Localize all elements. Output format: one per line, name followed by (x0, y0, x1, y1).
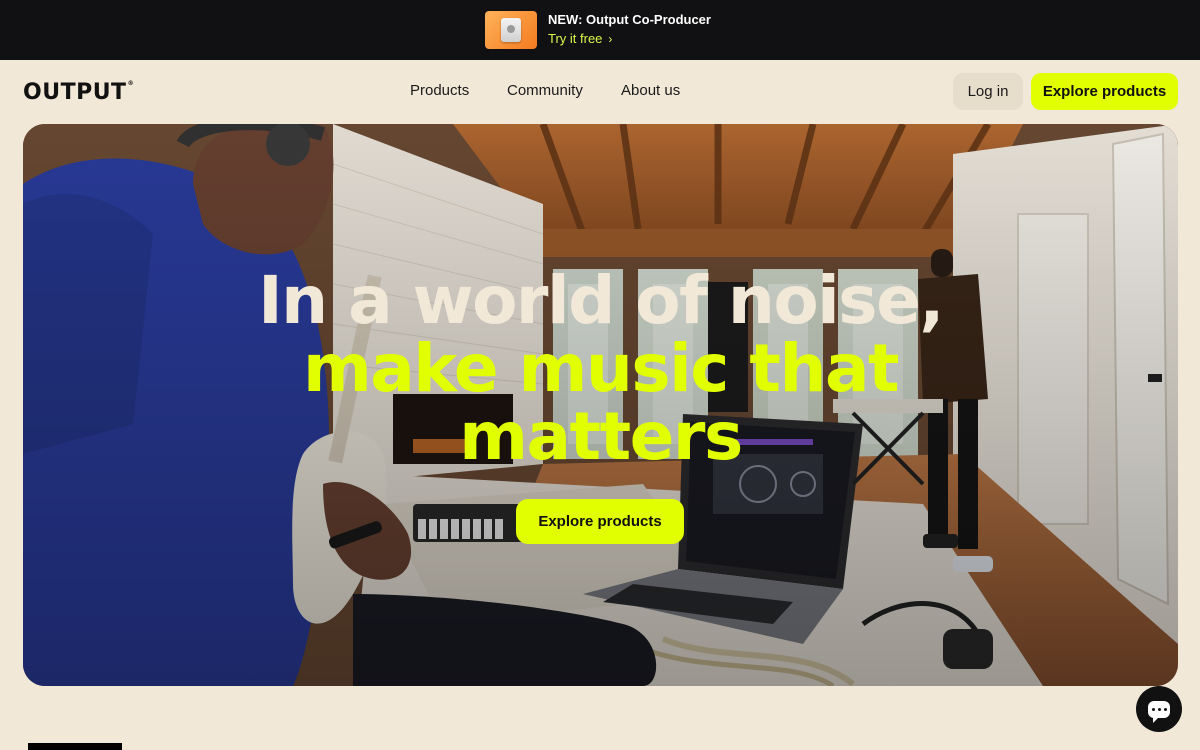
promo-title: NEW: Output Co-Producer (548, 12, 711, 27)
nav-products[interactable]: Products (410, 82, 469, 99)
chevron-right-icon: › (608, 32, 613, 46)
promo-bar: NEW: Output Co-Producer Try it free › (0, 0, 1200, 60)
hero-headline-line-3: matters (459, 398, 743, 475)
chat-button[interactable] (1136, 686, 1182, 732)
login-button[interactable]: Log in (953, 73, 1023, 110)
hero-headline-line-1: In a world of noise, (258, 262, 944, 339)
hero-explore-products-button[interactable]: Explore products (516, 499, 684, 544)
next-section-block (28, 743, 122, 750)
output-logo[interactable]: OUTPUT® (23, 80, 134, 105)
nav-about-us[interactable]: About us (621, 82, 680, 99)
hero-headline-line-2: make music that (302, 330, 900, 407)
hero-section: In a world of noise, make music that mat… (23, 124, 1178, 686)
co-producer-thumbnail[interactable] (485, 11, 537, 49)
promo-try-free-link[interactable]: Try it free › (548, 31, 612, 46)
chat-bubble-icon (1148, 700, 1170, 723)
explore-products-button[interactable]: Explore products (1031, 73, 1178, 110)
nav-community[interactable]: Community (507, 82, 583, 99)
